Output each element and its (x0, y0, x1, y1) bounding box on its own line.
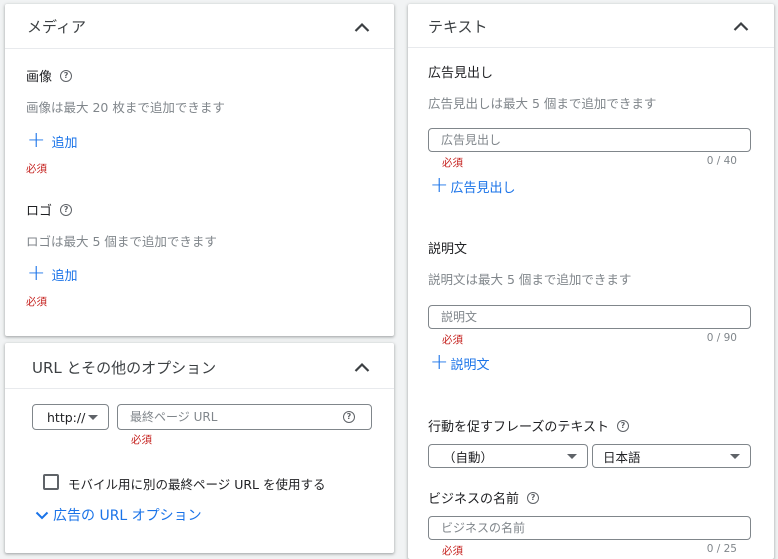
add-headline-button[interactable]: + 広告見出し (430, 175, 515, 197)
help-icon[interactable]: ? (343, 411, 355, 423)
headline-input[interactable] (428, 128, 751, 152)
help-icon[interactable]: ? (616, 419, 629, 432)
add-description-label: 説明文 (450, 357, 490, 373)
add-headline-label: 広告見出し (450, 180, 516, 196)
help-icon[interactable]: ? (60, 203, 73, 216)
media-card-header[interactable]: メディア (5, 4, 394, 49)
plus-icon: + (27, 261, 46, 286)
description-label: 説明文 (428, 242, 468, 257)
plus-icon: + (430, 350, 449, 375)
business-name-required: 必須 (442, 545, 463, 557)
language-select-value: 日本語 (603, 449, 641, 465)
headline-counter: 0 / 40 (706, 155, 737, 167)
headline-required: 必須 (442, 157, 463, 169)
ad-url-options-toggle[interactable]: 広告の URL オプション (35, 505, 202, 525)
ad-url-options-label: 広告の URL オプション (53, 508, 202, 524)
business-name-label-row: ビジネスの名前 ? (428, 488, 540, 507)
logo-required: 必須 (26, 296, 47, 308)
chevron-up-icon[interactable] (354, 22, 370, 32)
url-options-card: URL とその他のオプション http:// ? 必須 モバイル用に別の最終ペー… (5, 343, 394, 553)
add-image-button[interactable]: + 追加 (27, 130, 77, 152)
dropdown-arrow-icon (730, 453, 740, 459)
help-icon[interactable]: ? (60, 69, 73, 82)
mobile-url-checkbox-label[interactable]: モバイル用に別の最終ページ URL を使用する (68, 474, 326, 493)
description-required: 必須 (442, 334, 463, 346)
protocol-value: http:// (47, 409, 86, 425)
add-logo-label: 追加 (51, 268, 78, 284)
image-label: 画像 (26, 70, 53, 85)
url-options-header[interactable]: URL とその他のオプション (5, 343, 394, 389)
cta-select[interactable]: （自動） (428, 444, 588, 468)
text-card-header[interactable]: テキスト (408, 4, 774, 48)
final-url-required: 必須 (131, 434, 152, 446)
cta-label: 行動を促すフレーズのテキスト (428, 420, 609, 435)
dropdown-arrow-icon (567, 453, 577, 459)
add-description-button[interactable]: + 説明文 (430, 352, 489, 374)
media-card: メディア 画像 ? 画像は最大 20 枚まで追加できます + 追加 必須 ロゴ … (5, 4, 394, 336)
logo-label-row: ロゴ ? (26, 200, 73, 219)
chevron-up-icon[interactable] (354, 362, 370, 372)
cta-label-row: 行動を促すフレーズのテキスト ? (428, 416, 629, 435)
headline-label: 広告見出し (428, 66, 494, 81)
business-name-label: ビジネスの名前 (428, 492, 520, 507)
url-options-title: URL とその他のオプション (32, 359, 217, 377)
logo-label: ロゴ (26, 204, 53, 219)
text-card: テキスト 広告見出し 広告見出しは最大 5 個まで追加できます 必須 0 / 4… (408, 4, 774, 559)
help-icon[interactable]: ? (527, 491, 540, 504)
text-card-title: テキスト (428, 18, 488, 36)
mobile-url-checkbox[interactable] (43, 474, 59, 490)
image-hint: 画像は最大 20 枚まで追加できます (26, 100, 225, 115)
description-hint: 説明文は最大 5 個まで追加できます (428, 272, 632, 287)
business-name-counter: 0 / 25 (706, 543, 737, 555)
headline-hint: 広告見出しは最大 5 個まで追加できます (428, 96, 657, 111)
final-url-input[interactable] (117, 404, 372, 430)
description-input[interactable] (428, 305, 751, 329)
chevron-down-icon (35, 511, 49, 519)
add-logo-button[interactable]: + 追加 (27, 263, 77, 285)
language-select[interactable]: 日本語 (592, 444, 751, 468)
plus-icon: + (430, 173, 449, 198)
image-required: 必須 (26, 163, 47, 175)
description-counter: 0 / 90 (706, 332, 737, 344)
dropdown-arrow-icon (88, 414, 98, 420)
plus-icon: + (27, 128, 46, 153)
cta-select-value: （自動） (443, 449, 494, 465)
chevron-up-icon[interactable] (733, 21, 749, 31)
business-name-input[interactable] (428, 516, 751, 540)
logo-hint: ロゴは最大 5 個まで追加できます (26, 234, 217, 249)
protocol-select[interactable]: http:// (32, 404, 109, 430)
image-label-row: 画像 ? (26, 66, 73, 85)
add-image-label: 追加 (51, 135, 78, 151)
media-card-title: メディア (27, 18, 86, 36)
